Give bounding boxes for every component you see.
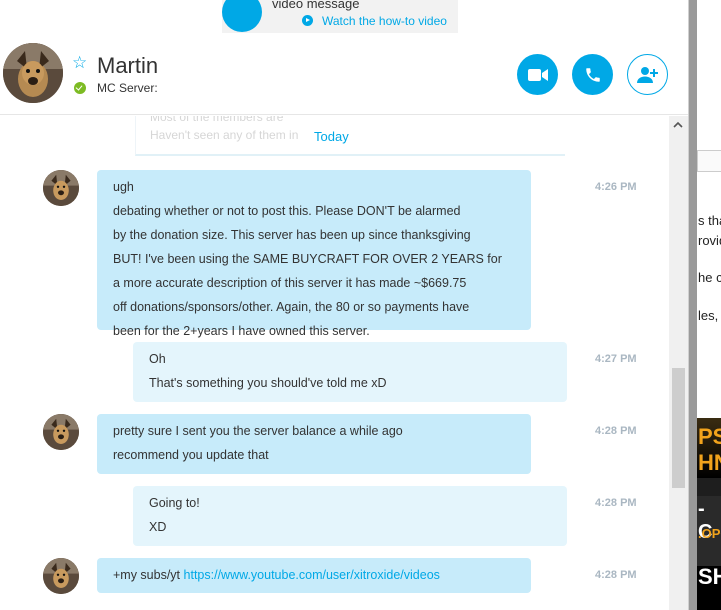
scroll-up-arrow-icon[interactable] [673,120,683,130]
contact-avatar[interactable] [3,43,63,103]
play-icon[interactable] [302,15,313,26]
message-bubble-outgoing[interactable]: Going to! XD [133,486,567,546]
conversation-header: ☆ Martin MC Server: [0,33,688,115]
sender-avatar[interactable] [43,414,79,450]
message-timestamp: 4:28 PM [595,497,637,509]
message-timestamp: 4:28 PM [595,569,637,581]
background-text-fragment: s tha [698,213,721,228]
add-people-button[interactable] [627,54,668,95]
scrollbar-thumb[interactable] [672,368,685,488]
video-message-title: video message [272,0,360,11]
audio-call-button[interactable] [572,54,613,95]
favorite-star-icon[interactable]: ☆ [72,53,87,73]
contact-name: Martin [97,53,159,78]
video-message-icon [222,0,262,32]
video-camera-icon [527,68,548,81]
message-timestamp: 4:26 PM [595,181,637,193]
background-text-fragment: rovid [698,233,721,248]
background-text-fragment: he c [698,270,721,285]
date-divider: Today [314,129,349,144]
background-browser-window[interactable]: s tha rovid he c les, t PS HN - C .OPO S… [688,0,721,610]
message-timestamp: 4:27 PM [595,353,637,365]
add-person-icon [636,66,658,83]
message-bubble-incoming[interactable]: pretty sure I sent you the server balanc… [97,414,531,474]
contact-mood-message: MC Server: [97,81,158,95]
message-bubble-incoming[interactable]: +my subs/yt https://www.youtube.com/user… [97,558,531,593]
message-timestamp: 4:28 PM [595,425,637,437]
conversation-scrollbar[interactable] [669,116,688,610]
sender-avatar[interactable] [43,558,79,594]
background-input-strip [697,150,721,172]
how-to-video-link[interactable]: Watch the how-to video [322,14,447,28]
message-bubble-outgoing[interactable]: Oh That's something you should've told m… [133,342,567,402]
background-banner-image: PS HN - C .OPO SH [697,418,721,610]
background-text-fragment: les, t [698,308,721,323]
youtube-link[interactable]: https://www.youtube.com/user/xitroxide/v… [184,568,440,582]
phone-icon [585,67,600,82]
previous-message-fragment: Most of the members are Haven't seen any… [135,116,565,156]
message-bubble-incoming[interactable]: ugh debating whether or not to post this… [97,170,531,338]
video-call-button[interactable] [517,54,558,95]
conversation-history[interactable]: Most of the members are Haven't seen any… [0,116,669,610]
video-message-banner: video message Watch the how-to video [222,0,458,33]
online-status-icon [74,82,86,94]
sender-avatar[interactable] [43,170,79,206]
